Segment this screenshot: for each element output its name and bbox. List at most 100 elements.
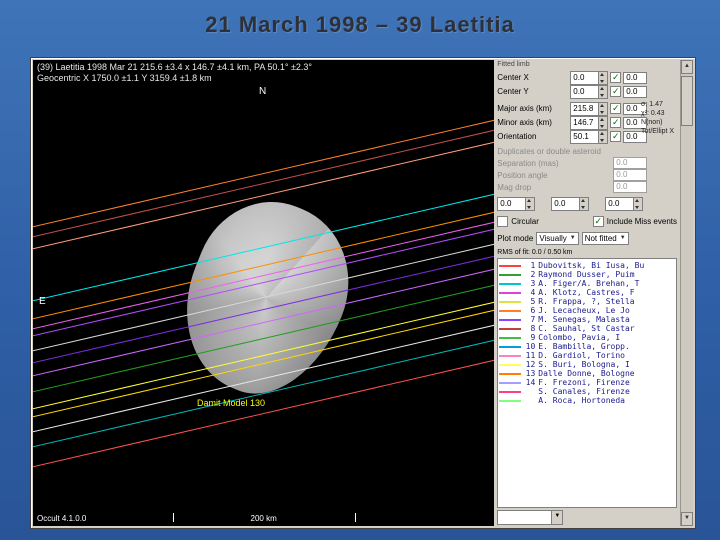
spinner-arrows-icon[interactable] xyxy=(525,198,535,210)
fit-mode-dropdown[interactable]: Not fitted ▼ xyxy=(581,232,629,245)
chord-line xyxy=(33,225,495,392)
spin-down-icon[interactable] xyxy=(599,78,607,84)
param-checkbox[interactable]: ✓ xyxy=(610,86,622,97)
spin-down-icon[interactable] xyxy=(580,204,588,210)
spin-down-icon[interactable] xyxy=(599,123,607,129)
observer-row[interactable]: 13 Dalle Donne, Bologne xyxy=(499,369,675,378)
observer-row[interactable]: 3 A. Figer/A. Brehan, T xyxy=(499,279,675,288)
value-spinbox[interactable]: 0.0 xyxy=(551,197,590,211)
param-checkbox[interactable]: ✓ xyxy=(610,72,622,83)
scroll-up-arrow-icon[interactable]: ▲ xyxy=(681,60,693,74)
observer-list[interactable]: 1 Dubovitsk, Bi Iusa, Bu 2 Raymond Dusser, … xyxy=(497,258,678,508)
scrollbar-track[interactable] xyxy=(681,126,693,512)
observer-number: 7 xyxy=(530,315,536,324)
observer-name: D. Gardiol, Torino xyxy=(538,351,625,360)
vertical-scrollbar[interactable]: ▲ ▼ xyxy=(680,60,693,526)
chord-line xyxy=(33,279,495,446)
observer-row[interactable]: 1 Dubovitsk, Bi Iusa, Bu xyxy=(499,261,675,270)
plot-column: (39) Laetitia 1998 Mar 21 215.6 ±3.4 x 1… xyxy=(33,60,495,526)
spinner-arrows-icon[interactable] xyxy=(598,130,608,143)
param-checkbox[interactable]: ✓ xyxy=(610,131,622,142)
scale-tick-right xyxy=(355,513,356,522)
chord-layer xyxy=(33,60,495,510)
scrollbar-thumb[interactable] xyxy=(681,76,693,126)
observer-row[interactable]: 9 Colombo, Pavia, I xyxy=(499,333,675,342)
spinbox-value: 0.0 xyxy=(573,72,585,82)
circular-label: Circular xyxy=(511,217,539,226)
observer-row[interactable]: S. Canales, Firenze xyxy=(499,387,675,396)
observer-name: Colombo, Pavia, I xyxy=(538,333,621,342)
east-label: E xyxy=(39,296,46,307)
observer-row[interactable]: 2 Raymond Dusser, Puim xyxy=(499,270,675,279)
observer-number: 9 xyxy=(530,333,536,342)
observer-row[interactable]: 11 D. Gardiol, Torino xyxy=(499,351,675,360)
chord-color-swatch xyxy=(499,318,522,321)
param-checkbox[interactable]: ✓ xyxy=(610,103,622,114)
value-spinbox[interactable]: 0.0 xyxy=(570,70,609,85)
spin-down-icon[interactable] xyxy=(634,204,642,210)
observer-number: 14 xyxy=(525,378,536,387)
bottom-combobox[interactable]: ▼ xyxy=(497,510,564,525)
spin-down-icon[interactable] xyxy=(599,92,607,98)
observer-number: 12 xyxy=(525,360,536,369)
value-spinbox[interactable]: 50.1 xyxy=(570,129,609,144)
param-checkbox[interactable]: ✓ xyxy=(610,117,622,128)
chord-color-swatch xyxy=(499,282,522,285)
observer-row[interactable]: 7 M. Senegas, Malasta xyxy=(499,315,675,324)
duplicate-value: 0.0 xyxy=(613,157,648,169)
spinbox-value: 50.1 xyxy=(573,131,589,141)
param-row: Major axis (km) 215.8 ✓ 0.0 xyxy=(497,101,648,116)
spinner-arrows-icon[interactable] xyxy=(598,85,608,98)
spin-down-icon[interactable] xyxy=(599,137,607,143)
observer-row[interactable]: 5 R. Frappa, ?, Stella xyxy=(499,297,675,306)
spinner-arrows-icon[interactable] xyxy=(633,198,643,210)
spin-down-icon[interactable] xyxy=(599,109,607,115)
checkbox-row: Circular ✓ Include Miss events xyxy=(497,216,677,227)
observer-row[interactable]: 6 J. Lecacheux, Le Jo xyxy=(499,306,675,315)
spinbox-value: 0.0 xyxy=(500,199,512,208)
slide-title: 21 March 1998 – 39 Laetitia xyxy=(205,12,515,37)
chord-line xyxy=(33,254,495,421)
spinbox-value: 0.0 xyxy=(608,199,620,208)
observer-number: 4 xyxy=(530,288,536,297)
param-label: Center Y xyxy=(497,87,529,96)
chevron-down-icon[interactable]: ▼ xyxy=(551,511,563,524)
spinbox-value: 0.0 xyxy=(554,199,566,208)
scroll-down-arrow-icon[interactable]: ▼ xyxy=(681,512,693,526)
spinner-arrows-icon[interactable] xyxy=(598,71,608,84)
observer-row[interactable]: 10 E. Bambilla, Gropp. xyxy=(499,342,675,351)
scale-label: 200 km xyxy=(250,514,277,523)
observer-number: 1 xyxy=(530,261,536,270)
observer-number: 13 xyxy=(525,369,536,378)
param-row: Minor axis (km) 146.7 ✓ 0.0 xyxy=(497,115,648,130)
chord-color-swatch xyxy=(499,381,522,384)
value-spinbox[interactable]: 0.0 xyxy=(497,197,536,211)
include-miss-label: Include Miss events xyxy=(606,217,678,226)
value-spinbox[interactable]: 0.0 xyxy=(605,197,644,211)
spinner-arrows-icon[interactable] xyxy=(598,116,608,129)
observer-number: 3 xyxy=(530,279,536,288)
plot-mode-label: Plot mode xyxy=(497,234,534,243)
north-label: N xyxy=(259,86,267,97)
value-spinbox[interactable]: 215.8 xyxy=(570,101,609,116)
spin-down-icon[interactable] xyxy=(526,204,534,210)
plot-mode-dropdown[interactable]: Visually ▼ xyxy=(536,232,579,245)
fit-stat-line: σ: 1.47 xyxy=(641,101,663,108)
duplicate-value: 0.0 xyxy=(613,181,648,193)
observer-row[interactable]: A. Roca, Hortoneda xyxy=(499,396,675,405)
observer-row[interactable]: 14 F. Frezoni, Firenze xyxy=(499,378,675,387)
include-miss-checkbox[interactable]: ✓ xyxy=(592,216,604,227)
observer-name: A. Klotz, Castres, F xyxy=(538,288,635,297)
observer-row[interactable]: 8 C. Sauhal, St Castar xyxy=(499,324,675,333)
observer-row[interactable]: 4 A. Klotz, Castres, F xyxy=(499,288,675,297)
spinner-arrows-icon[interactable] xyxy=(598,102,608,115)
duplicate-row: Mag drop 0.0 xyxy=(497,181,648,193)
chord-color-swatch xyxy=(499,336,522,339)
presentation-slide: 21 March 1998 – 39 Laetitia (39) Laetiti… xyxy=(0,0,720,540)
circular-checkbox[interactable] xyxy=(497,216,509,227)
value-spinbox[interactable]: 146.7 xyxy=(570,115,609,130)
spinner-arrows-icon[interactable] xyxy=(579,198,589,210)
observer-row[interactable]: 12 S. Buri, Bologna, I xyxy=(499,360,675,369)
value-spinbox[interactable]: 0.0 xyxy=(570,84,609,99)
param-label: Major axis (km) xyxy=(497,104,552,113)
